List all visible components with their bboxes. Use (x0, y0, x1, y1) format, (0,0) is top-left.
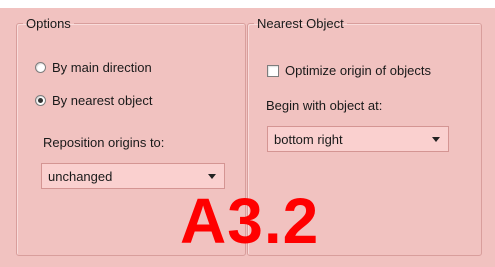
radio-icon[interactable] (35, 62, 46, 73)
begin-with-object-select[interactable]: bottom right (267, 126, 449, 152)
begin-with-object-label: Begin with object at: (266, 98, 383, 113)
version-overlay-label: A3.2 (180, 185, 320, 257)
radio-by-main-direction-label: By main direction (52, 60, 152, 75)
radio-by-main-direction[interactable]: By main direction (35, 60, 152, 75)
radio-by-nearest-object[interactable]: By nearest object (35, 93, 152, 108)
radio-icon[interactable] (35, 95, 46, 106)
reposition-origins-value: unchanged (48, 168, 113, 184)
top-strip (0, 0, 495, 8)
chevron-down-icon[interactable] (432, 137, 440, 142)
checkbox-icon[interactable] (267, 64, 279, 77)
optimize-origin-checkbox-row[interactable]: Optimize origin of objects (267, 63, 431, 78)
reposition-origins-label: Reposition origins to: (43, 135, 165, 150)
optimize-origin-label: Optimize origin of objects (285, 63, 431, 78)
chevron-down-icon[interactable] (208, 174, 216, 179)
nearest-object-legend: Nearest Object (257, 16, 344, 31)
begin-with-object-value: bottom right (274, 131, 343, 147)
radio-by-nearest-object-label: By nearest object (52, 93, 153, 108)
options-legend: Options (26, 16, 71, 31)
